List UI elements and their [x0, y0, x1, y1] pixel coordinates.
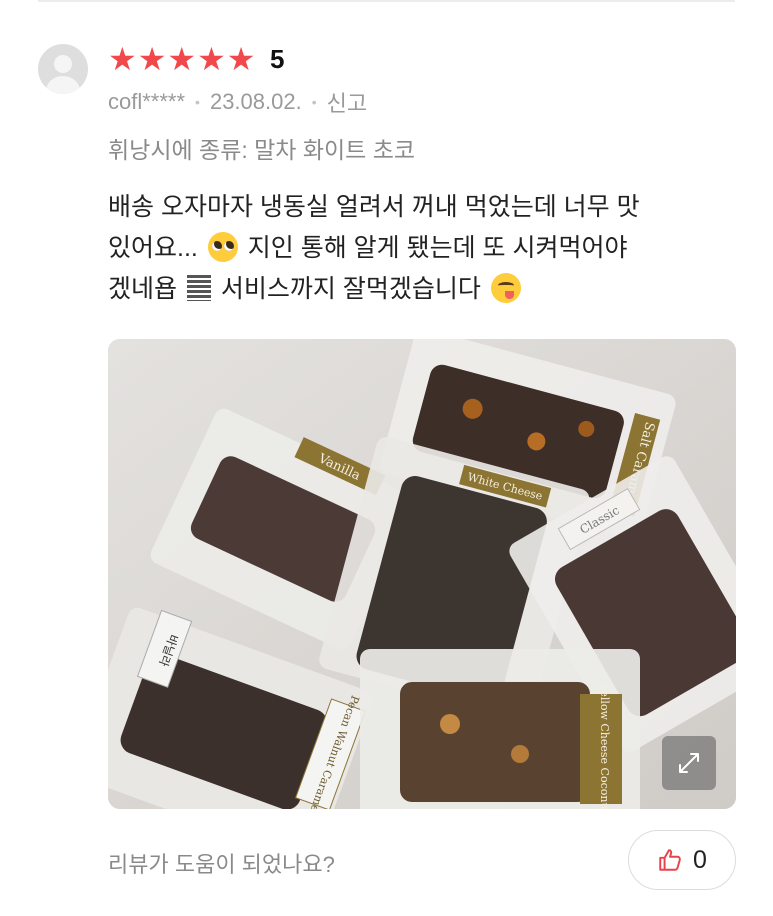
top-divider: [38, 0, 735, 2]
expand-icon: [679, 753, 699, 773]
star-rating: ★ ★ ★ ★ ★: [108, 43, 256, 75]
thumbs-up-icon: [659, 849, 681, 871]
yum-face-icon: [490, 273, 521, 303]
expand-photo-button[interactable]: [662, 736, 716, 790]
separator-dot: •: [311, 94, 317, 110]
product-option: 휘낭시에 종류: 말차 화이트 초코: [108, 137, 416, 163]
star-icon: ★: [108, 41, 137, 77]
avatar: [38, 44, 88, 94]
review-date: 23.08.02.: [209, 89, 302, 114]
star-icon: ★: [226, 41, 256, 77]
label-yellow-cheese: Yellow Cheese Coconut: [598, 683, 611, 809]
review-line: 있어요... 지인 통해 알게 됐는데 또 시켜먹어야: [108, 232, 628, 262]
like-count: 0: [693, 845, 707, 874]
like-button[interactable]: 0: [628, 830, 736, 890]
review-line: 배송 오자마자 냉동실 얼려서 꺼내 먹었는데 너무 맛: [108, 193, 640, 221]
review-photo[interactable]: Vanilla Salt Caramel White Cheese Classi…: [108, 339, 736, 809]
pastry-pack-yellow-cheese: Yellow Cheese Coconut: [360, 649, 640, 809]
helpful-question: 리뷰가 도움이 되었나요?: [108, 852, 335, 877]
star-icon: ★: [137, 41, 167, 77]
star-icon: ★: [197, 41, 226, 77]
avatar-head-shape: [54, 55, 72, 73]
pleading-face-icon: [207, 232, 238, 262]
review-body: 배송 오자마자 냉동실 얼려서 꺼내 먹었는데 너무 맛 있어요... 지인 통…: [108, 187, 748, 310]
lines-icon: [186, 275, 211, 301]
rating-score: 5: [270, 44, 285, 74]
review-line: 겠네욥 서비스까지 잘먹겠습니다: [108, 269, 748, 310]
report-link[interactable]: 신고: [327, 86, 367, 118]
review-meta: cofl***** • 23.08.02. • 신고: [108, 86, 367, 118]
avatar-body-shape: [46, 76, 80, 94]
star-icon: ★: [167, 41, 197, 77]
separator-dot: •: [195, 94, 200, 110]
author-name: cofl*****: [108, 89, 186, 114]
